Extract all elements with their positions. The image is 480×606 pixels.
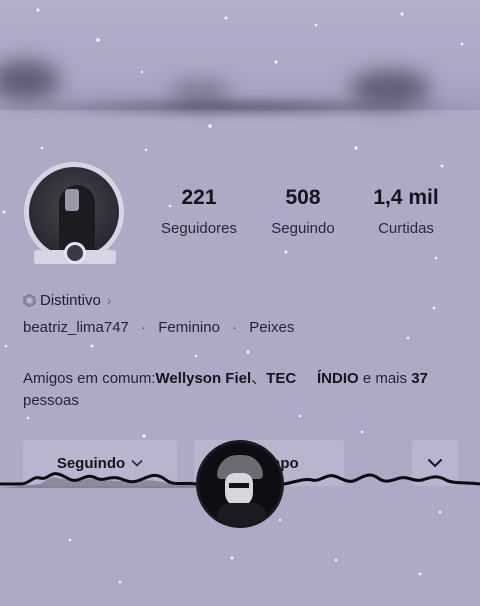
profile-info-row: beatriz_lima747 · Feminino · Peixes <box>23 319 294 336</box>
avatar-frame-flower-icon <box>64 242 86 264</box>
stat-likes[interactable]: 1,4 mil Curtidas <box>364 186 448 237</box>
mutual-friend-1: Wellyson Fiel <box>155 370 252 387</box>
emoji-gap <box>296 370 317 387</box>
following-count: 508 <box>285 186 321 209</box>
followers-count: 221 <box>181 186 217 209</box>
likes-count: 1,4 mil <box>373 186 439 209</box>
blur-blob <box>350 70 430 106</box>
separator-dot: · <box>141 319 147 336</box>
mutual-separator: 、 <box>251 370 267 387</box>
profile-avatar[interactable] <box>20 158 130 268</box>
gender: Feminino <box>158 319 220 336</box>
stat-following[interactable]: 508 Seguindo <box>262 186 344 237</box>
likes-label: Curtidas <box>378 220 434 237</box>
badge-label: Distintivo <box>40 292 101 309</box>
chevron-right-icon: › <box>106 293 112 308</box>
hexagon-badge-icon <box>23 294 36 307</box>
mutual-suffix: pessoas <box>23 392 79 409</box>
mutual-prefix: Amigos em comum: <box>23 370 156 387</box>
followers-label: Seguidores <box>161 220 237 237</box>
following-label: Seguindo <box>271 220 335 237</box>
separator-dot: · <box>232 319 238 336</box>
disc-body <box>217 503 267 525</box>
avatar-phone <box>65 189 79 211</box>
mutual-count: 37 <box>411 370 428 387</box>
badge-link[interactable]: Distintivo › <box>23 292 111 309</box>
mutual-friends[interactable]: Amigos em comum:Wellyson Fiel、TEC ÍNDIO … <box>23 368 463 412</box>
mutual-middle: e mais <box>358 370 412 387</box>
disc-face <box>225 473 253 507</box>
stat-followers[interactable]: 221 Seguidores <box>156 186 242 237</box>
music-disc-avatar[interactable] <box>196 440 284 528</box>
disc-sunglasses <box>229 483 249 488</box>
username: beatriz_lima747 <box>23 319 129 336</box>
mutual-friend-3: ÍNDIO <box>317 370 359 387</box>
mutual-friend-2: TEC <box>266 370 297 387</box>
zodiac-sign: Peixes <box>249 319 295 336</box>
blur-blob <box>170 80 230 104</box>
